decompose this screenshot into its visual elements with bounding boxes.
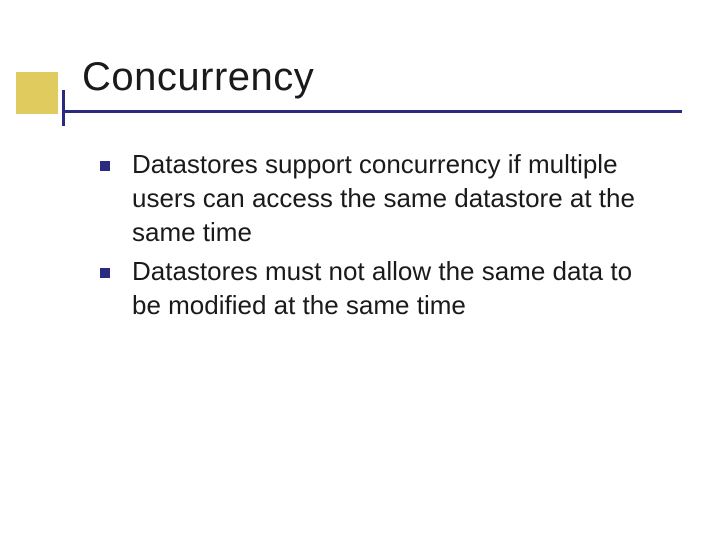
square-bullet-icon [100, 161, 110, 171]
title-rule [62, 110, 682, 113]
bullet-text: Datastores must not allow the same data … [132, 255, 660, 323]
list-item: Datastores must not allow the same data … [100, 255, 660, 323]
bullet-text: Datastores support concurrency if multip… [132, 148, 660, 249]
slide-title: Concurrency [82, 55, 314, 100]
slide: Concurrency Datastores support concurren… [0, 0, 720, 540]
title-tick [62, 90, 65, 126]
list-item: Datastores support concurrency if multip… [100, 148, 660, 249]
slide-body: Datastores support concurrency if multip… [100, 148, 660, 329]
square-bullet-icon [100, 268, 110, 278]
accent-square [16, 72, 58, 114]
